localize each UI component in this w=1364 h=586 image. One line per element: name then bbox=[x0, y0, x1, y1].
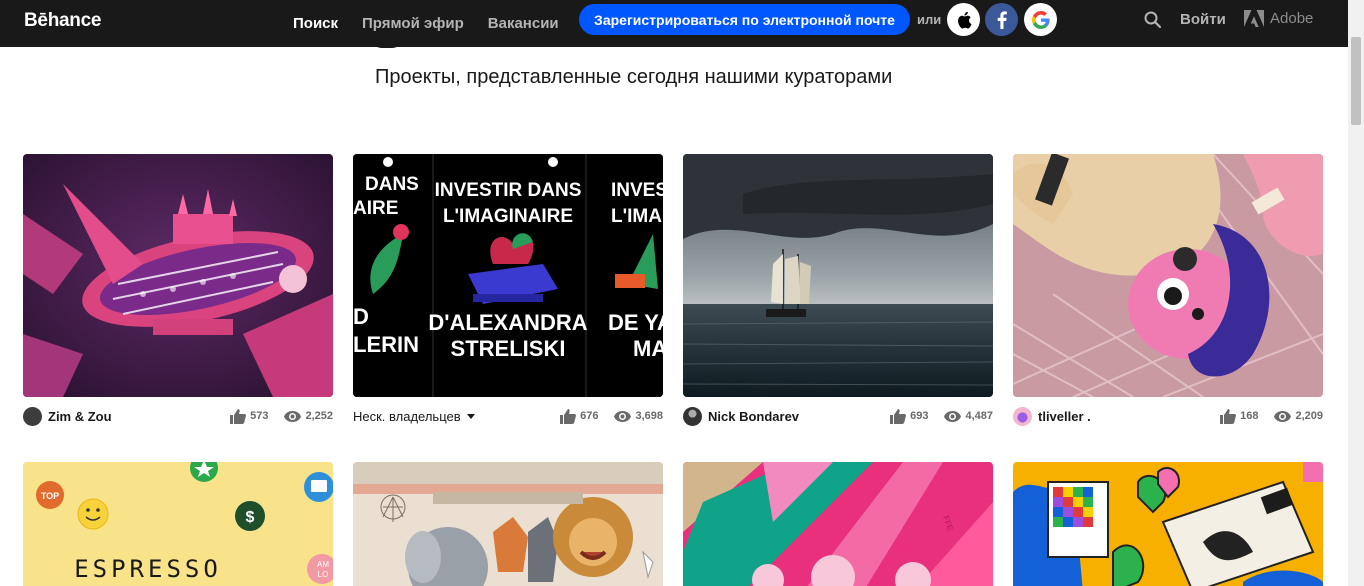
likes-count: 693 bbox=[910, 410, 929, 422]
top-navigation-bar: Bēhance Поиск Прямой эфир Вакансии Зарег… bbox=[0, 0, 1348, 47]
owner-name: Неск. владельцев bbox=[353, 408, 461, 424]
project-owner[interactable]: Nick Bondarev bbox=[683, 406, 800, 426]
poster-text: AIRE bbox=[353, 198, 398, 219]
eye-icon bbox=[614, 410, 632, 422]
views-count: 2,209 bbox=[1295, 410, 1323, 422]
thumbs-up-icon bbox=[890, 408, 907, 424]
project-owner[interactable]: Zim & Zou bbox=[23, 406, 112, 426]
likes-count: 676 bbox=[580, 410, 599, 422]
project-meta: Zim & Zou 573 2,252 bbox=[23, 406, 333, 426]
poster-text: INVESTIR DANS bbox=[435, 180, 582, 201]
project-owner[interactable]: tliveller . bbox=[1013, 406, 1091, 426]
poster-text: LERIN bbox=[353, 332, 419, 357]
svg-text:LO: LO bbox=[318, 570, 329, 579]
adobe-icon bbox=[1244, 10, 1264, 27]
project-meta: Nick Bondarev 693 4,487 bbox=[683, 406, 993, 426]
google-signin-button[interactable] bbox=[1024, 3, 1057, 36]
page-scrollbar[interactable] bbox=[1348, 0, 1364, 586]
project-thumbnail[interactable] bbox=[683, 154, 993, 397]
owner-avatar bbox=[1013, 406, 1032, 426]
poster-text: DE YAN bbox=[608, 310, 663, 335]
espresso-title: ESPRESSO bbox=[74, 555, 222, 583]
eye-icon bbox=[1274, 410, 1292, 422]
project-meta: tliveller . 168 2,209 bbox=[1013, 406, 1323, 426]
poster-text: D'ALEXANDRA bbox=[428, 310, 587, 335]
thumbs-up-icon bbox=[230, 408, 247, 424]
scrollbar-thumb[interactable] bbox=[1351, 37, 1361, 125]
nav-live[interactable]: Прямой эфир bbox=[362, 15, 464, 32]
project-stats: 573 2,252 bbox=[230, 408, 333, 424]
project-thumbnail[interactable] bbox=[23, 154, 333, 397]
project-thumbnail[interactable]: TOP $ AM LO ESPRESSO bbox=[23, 462, 333, 586]
signup-email-button[interactable]: Зарегистрироваться по электронной почте bbox=[579, 4, 910, 35]
poster-text: D bbox=[353, 304, 369, 329]
google-icon bbox=[1031, 10, 1050, 29]
login-link[interactable]: Войти bbox=[1180, 11, 1226, 28]
apple-icon bbox=[957, 11, 971, 29]
facebook-icon bbox=[997, 10, 1007, 29]
owner-avatar bbox=[683, 406, 702, 426]
main-nav: Поиск Прямой эфир Вакансии bbox=[293, 0, 583, 47]
nav-search[interactable]: Поиск bbox=[293, 15, 338, 32]
or-label: или bbox=[917, 12, 942, 27]
project-stats: 693 4,487 bbox=[890, 408, 993, 424]
likes-count: 573 bbox=[250, 410, 269, 422]
badge-text: TOP bbox=[41, 491, 59, 501]
eye-icon bbox=[284, 410, 302, 422]
views-count: 3,698 bbox=[635, 410, 663, 422]
adobe-link[interactable]: Adobe bbox=[1244, 10, 1313, 27]
project-thumbnail[interactable] bbox=[1013, 154, 1323, 397]
project-thumbnail[interactable] bbox=[1013, 462, 1323, 586]
owner-avatar bbox=[23, 406, 42, 426]
thumbs-up-icon bbox=[560, 408, 577, 424]
thumbs-up-icon bbox=[1220, 408, 1237, 424]
owner-name: Zim & Zou bbox=[48, 408, 112, 424]
project-owners-dropdown[interactable]: Неск. владельцев bbox=[353, 409, 475, 424]
caret-down-icon bbox=[466, 413, 475, 419]
poster-text: MA bbox=[633, 336, 663, 361]
adobe-label: Adobe bbox=[1270, 10, 1314, 27]
views-count: 2,252 bbox=[305, 410, 333, 422]
poster-text: INVEST bbox=[611, 180, 663, 201]
svg-text:AM: AM bbox=[317, 560, 329, 569]
eye-icon bbox=[944, 410, 962, 422]
search-icon bbox=[1144, 11, 1162, 29]
poster-text: L'IMAGINAIRE bbox=[443, 206, 573, 227]
project-stats: 676 3,698 bbox=[560, 408, 663, 424]
likes-count: 168 bbox=[1240, 410, 1259, 422]
svg-text:$: $ bbox=[246, 509, 255, 526]
views-count: 4,487 bbox=[965, 410, 993, 422]
owner-name: Nick Bondarev bbox=[708, 408, 800, 424]
page-subtitle: Проекты, представленные сегодня нашими к… bbox=[375, 66, 893, 88]
behance-logo[interactable]: Bēhance bbox=[24, 10, 101, 32]
owner-name: tliveller . bbox=[1038, 408, 1091, 424]
apple-signin-button[interactable] bbox=[947, 3, 980, 36]
project-meta: Неск. владельцев 676 3,698 bbox=[353, 406, 663, 426]
search-button[interactable] bbox=[1143, 10, 1163, 30]
project-thumbnail[interactable]: FFE bbox=[683, 462, 993, 586]
facebook-signin-button[interactable] bbox=[985, 3, 1018, 36]
project-thumbnail[interactable]: DANS AIRE D LERIN INVESTIR DANS L'IMAGIN… bbox=[353, 154, 663, 397]
poster-text: DANS bbox=[365, 174, 419, 195]
project-stats: 168 2,209 bbox=[1220, 408, 1323, 424]
project-thumbnail[interactable] bbox=[353, 462, 663, 586]
nav-jobs[interactable]: Вакансии bbox=[488, 15, 559, 32]
poster-text: STRELISKI bbox=[451, 336, 566, 361]
poster-text: L'IMA bbox=[611, 206, 662, 227]
